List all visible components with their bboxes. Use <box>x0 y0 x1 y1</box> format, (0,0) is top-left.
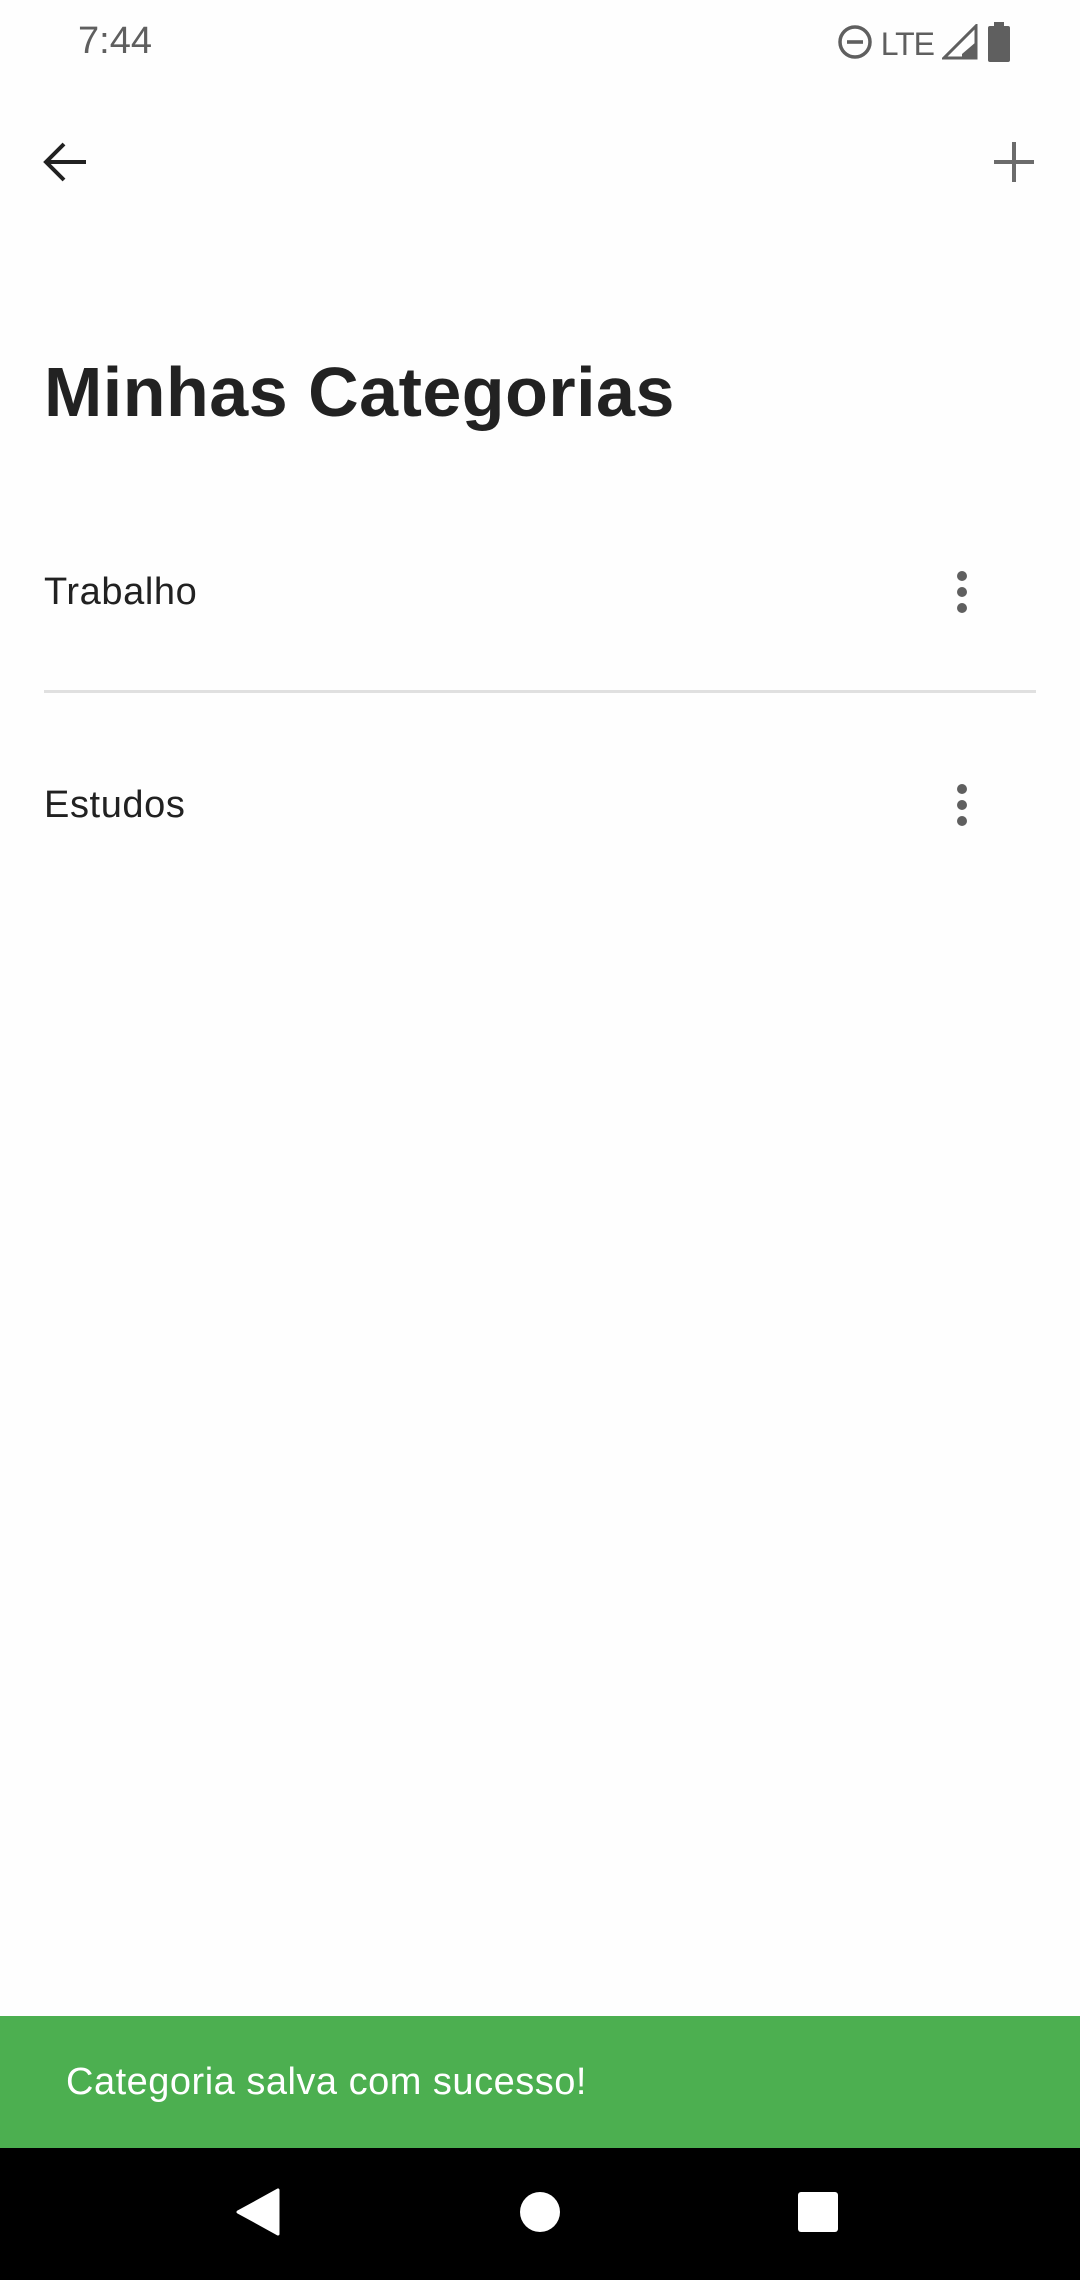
list-item[interactable]: Estudos <box>44 723 1036 887</box>
more-options-button[interactable] <box>932 769 992 841</box>
home-circle-icon <box>518 2190 562 2239</box>
nav-back-button[interactable] <box>218 2174 298 2254</box>
navigation-bar <box>0 2148 1080 2280</box>
more-options-button[interactable] <box>932 556 992 628</box>
back-triangle-icon <box>236 2188 280 2241</box>
add-category-button[interactable] <box>978 128 1050 200</box>
app-bar <box>0 100 1080 220</box>
recents-square-icon <box>797 2191 839 2238</box>
more-vertical-icon <box>957 784 967 794</box>
more-vertical-icon-dot <box>957 603 967 613</box>
more-vertical-icon <box>957 571 967 581</box>
network-type: LTE <box>880 25 935 62</box>
snackbar: Categoria salva com sucesso! <box>0 2016 1080 2148</box>
more-vertical-icon-dot <box>957 816 967 826</box>
list-item[interactable]: Trabalho <box>44 510 1036 674</box>
category-label: Estudos <box>44 783 186 826</box>
screen: 7:44 LTE Minhas Categorias Trabalho Estu… <box>0 0 1080 2280</box>
status-bar: 7:44 LTE <box>0 0 1080 88</box>
nav-home-button[interactable] <box>500 2174 580 2254</box>
do-not-disturb-icon <box>837 24 873 65</box>
arrow-back-icon <box>42 138 90 191</box>
page-title: Minhas Categorias <box>44 353 675 431</box>
snackbar-message: Categoria salva com sucesso! <box>66 2060 587 2103</box>
category-label: Trabalho <box>44 570 198 613</box>
more-vertical-icon-dot <box>957 800 967 810</box>
status-time: 7:44 <box>78 20 152 62</box>
category-list: Trabalho Estudos <box>44 510 1036 887</box>
signal-icon <box>940 21 978 65</box>
list-divider <box>44 690 1036 693</box>
battery-icon <box>986 21 1012 67</box>
status-icons: LTE <box>837 20 1012 68</box>
back-button[interactable] <box>30 128 102 200</box>
more-vertical-icon-dot <box>957 587 967 597</box>
plus-icon <box>992 140 1036 189</box>
nav-recents-button[interactable] <box>778 2174 858 2254</box>
